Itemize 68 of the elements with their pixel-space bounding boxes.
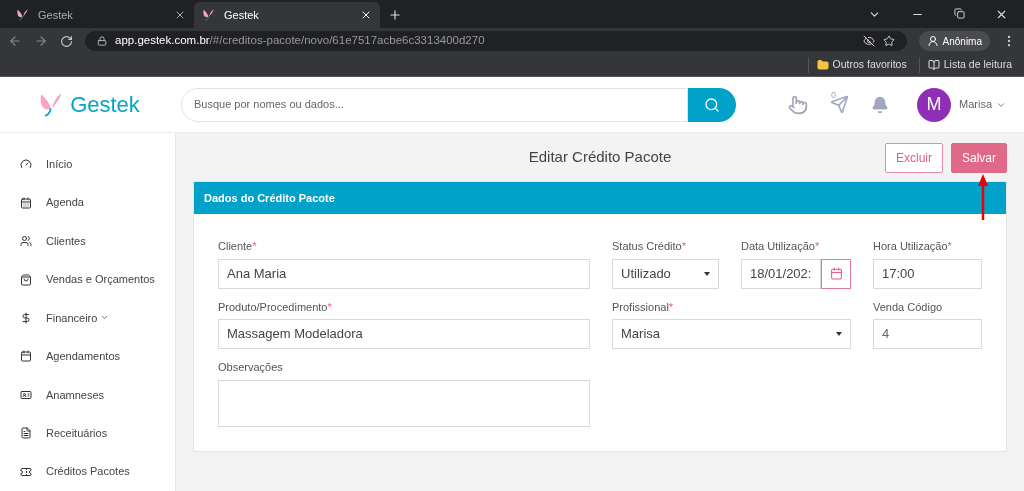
- field-label: Status Crédito*: [612, 239, 687, 254]
- textarea-field[interactable]: [218, 379, 590, 427]
- field-label: Hora Utilização*: [873, 239, 953, 254]
- caret-icon: [836, 332, 842, 336]
- forward-icon[interactable]: [34, 34, 48, 48]
- user-menu[interactable]: Marisa: [959, 96, 1006, 113]
- close-icon[interactable]: [360, 9, 372, 21]
- search-button[interactable]: [688, 87, 736, 122]
- address-bar[interactable]: app.gestek.com.br/#/creditos-pacote/novo/61e7517acbe6c3313400d270: [85, 31, 907, 51]
- sidebar-item[interactable]: Anamneses: [0, 375, 175, 415]
- reload-icon[interactable]: [60, 34, 73, 48]
- star-icon[interactable]: [882, 35, 895, 47]
- select-field[interactable]: Utilizado: [612, 258, 719, 289]
- annotation-arrow: [978, 174, 988, 220]
- sidebar-item[interactable]: Financeiro: [0, 298, 175, 338]
- text-field[interactable]: 17:00: [873, 258, 982, 289]
- sidebar-item[interactable]: Receituários: [0, 414, 175, 453]
- close-icon[interactable]: [174, 9, 186, 21]
- sidebar-item[interactable]: Vendas e Orçamentos: [0, 260, 175, 299]
- field-label: Venda Código: [873, 299, 944, 315]
- restore-icon[interactable]: [954, 8, 965, 19]
- back-icon[interactable]: [8, 34, 22, 48]
- profile-button[interactable]: Anônima: [918, 31, 990, 51]
- ticket-icon: [20, 465, 32, 478]
- bookmark[interactable]: Lista de leitura: [918, 57, 1012, 73]
- caret-icon: [704, 271, 710, 276]
- field-label: Data Utilização*: [741, 239, 821, 254]
- field-label: Cliente*: [218, 239, 258, 254]
- search-icon: [704, 96, 720, 113]
- avatar[interactable]: M: [917, 87, 951, 122]
- browser-tab[interactable]: Gestek: [194, 2, 380, 28]
- field-label: Produto/Procedimento*: [218, 299, 333, 315]
- bag-icon: [20, 273, 32, 286]
- document-icon: [20, 427, 32, 440]
- eye-off-icon[interactable]: [862, 35, 875, 47]
- close-icon[interactable]: [995, 8, 1008, 21]
- field-label: Profissional*: [612, 299, 675, 315]
- butterfly-logo-icon: [202, 8, 216, 22]
- calendar-icon: [20, 350, 32, 363]
- calendar-icon: [20, 196, 32, 209]
- lock-icon: [97, 36, 107, 46]
- reading-list-icon: [927, 59, 940, 71]
- readonly-field: 4: [873, 319, 982, 349]
- field-label: Observações: [218, 360, 284, 375]
- card-title: Dados do Crédito Pacote: [204, 190, 335, 206]
- dollar-icon: [20, 311, 32, 324]
- badge-count: 0: [831, 89, 836, 102]
- butterfly-logo-icon: [16, 8, 30, 22]
- id-card-icon: [20, 388, 32, 401]
- sidebar-item[interactable]: Clientes: [0, 221, 175, 261]
- calendar-icon: [829, 267, 843, 280]
- sidebar-item[interactable]: Início: [0, 145, 175, 184]
- date-field[interactable]: 18/01/202:: [741, 258, 821, 289]
- text-field[interactable]: Massagem Modeladora: [218, 319, 590, 349]
- bookmark[interactable]: Outros favoritos: [807, 57, 907, 73]
- folder-icon: [816, 59, 829, 71]
- sidebar-item[interactable]: Créditos Pacotes: [0, 452, 175, 491]
- text-field[interactable]: Ana Maria: [218, 258, 590, 289]
- action-button[interactable]: Excluir: [884, 142, 943, 173]
- users-icon: [20, 235, 32, 248]
- sidebar-item[interactable]: Agenda: [0, 183, 175, 222]
- gauge-icon: [20, 158, 32, 171]
- search-field[interactable]: Busque por nomes ou dados...: [181, 87, 688, 122]
- new-tab-icon[interactable]: [388, 8, 402, 22]
- page-title: Editar Crédito Pacote: [528, 147, 672, 168]
- sidebar-item[interactable]: Agendamentos: [0, 337, 175, 376]
- select-field[interactable]: Marisa: [612, 319, 851, 349]
- calendar-button[interactable]: [821, 258, 851, 289]
